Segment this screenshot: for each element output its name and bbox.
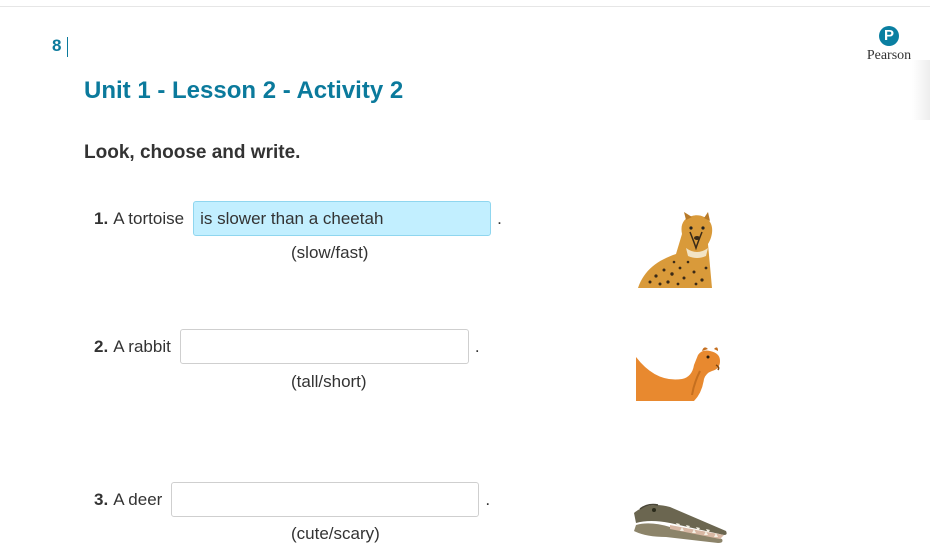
question-3: 3. A deer .: [94, 482, 490, 517]
sentence-period: .: [497, 208, 502, 228]
camel-image: [636, 347, 720, 401]
question-subject: A tortoise: [113, 208, 185, 228]
answer-input-2[interactable]: [179, 329, 469, 364]
crocodile-image: [634, 503, 727, 543]
sentence-period: .: [474, 336, 480, 356]
question-subject: A deer: [113, 489, 163, 509]
pearson-logo-icon: P: [879, 26, 899, 46]
question-2: 2. A rabbit .: [94, 329, 480, 364]
activity-instruction: Look, choose and write.: [84, 142, 301, 163]
question-number: 3.: [94, 489, 109, 509]
question-number: 2.: [94, 336, 109, 356]
question-subject: A rabbit: [113, 336, 171, 356]
pearson-logo: P Pearson: [858, 26, 920, 64]
choice-hint-3: (cute/scary): [291, 524, 380, 543]
activity-page: 8 P Pearson Unit 1 - Lesson 2 - Activity…: [0, 0, 930, 553]
page-edge-shadow: [912, 60, 930, 120]
choice-hint-2: (tall/short): [291, 372, 367, 391]
activity-title: Unit 1 - Lesson 2 - Activity 2: [84, 77, 404, 104]
pearson-logo-text: Pearson: [866, 48, 912, 63]
choice-hint-1: (slow/fast): [291, 243, 369, 262]
page-number: 8: [52, 36, 62, 55]
top-divider: [0, 6, 930, 7]
answer-input-3[interactable]: [171, 482, 480, 517]
cheetah-image: [638, 212, 713, 288]
question-1: 1. A tortoise is slower than a cheetah .: [94, 201, 502, 236]
page-number-divider: [67, 37, 68, 57]
sentence-period: .: [485, 489, 491, 509]
answer-input-1[interactable]: is slower than a cheetah: [193, 201, 492, 236]
question-number: 1.: [94, 208, 109, 228]
